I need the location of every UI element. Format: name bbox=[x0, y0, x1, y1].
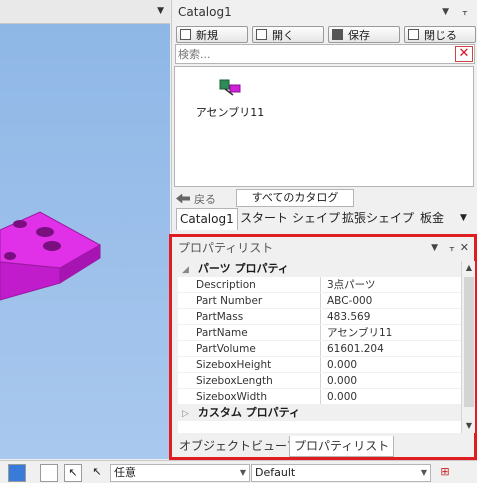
tab-object-viewer[interactable]: オブジェクトビューア bbox=[179, 436, 299, 457]
chevron-down-icon: ▼ bbox=[420, 468, 427, 477]
catalog-title-bar: Catalog1 ▼ ᚁ bbox=[172, 0, 477, 24]
back-arrow-icon bbox=[176, 193, 190, 204]
property-list-panel: プロパティリスト ▼ ᚁ ✕ ◢ パーツ プロパティ Description 3点… bbox=[169, 234, 477, 460]
select-pointer-icon[interactable]: ↖ bbox=[88, 464, 106, 482]
close-doc-button[interactable]: 閉じる bbox=[404, 26, 476, 43]
component-icon[interactable] bbox=[40, 464, 58, 482]
save-icon bbox=[332, 29, 343, 40]
pointer-icon[interactable]: ↖ bbox=[64, 464, 82, 482]
save-button[interactable]: 保存 bbox=[328, 26, 400, 43]
table-row[interactable]: SizeboxLength 0.000 bbox=[178, 373, 461, 389]
tabs-overflow-icon[interactable]: ▼ bbox=[460, 208, 467, 230]
scroll-up-icon[interactable]: ▲ bbox=[462, 261, 476, 275]
open-button[interactable]: 開く bbox=[252, 26, 324, 43]
property-tabs: オブジェクトビューア プロパティリスト bbox=[175, 436, 475, 458]
search-input[interactable] bbox=[176, 45, 446, 63]
catalog-item-label: アセンブリ11 bbox=[195, 106, 265, 119]
property-grid: ◢ パーツ プロパティ Description 3点パーツ Part Number… bbox=[178, 261, 461, 433]
pin-icon[interactable]: ᚁ bbox=[463, 0, 467, 24]
filter-select[interactable]: 任意 ▼ bbox=[110, 464, 250, 482]
table-row[interactable]: Part Number ABC-000 bbox=[178, 293, 461, 309]
chevron-down-icon[interactable]: ▼ bbox=[442, 0, 449, 24]
tab-extended-shape[interactable]: 拡張シェイプ bbox=[342, 208, 414, 230]
tab-sheet-metal[interactable]: 板金 bbox=[420, 208, 444, 230]
table-row[interactable]: PartMass 483.569 bbox=[178, 309, 461, 325]
collapse-triangle-icon[interactable]: ▷ bbox=[182, 406, 194, 422]
scroll-thumb[interactable] bbox=[464, 277, 474, 407]
catalog-tabs: Catalog1 スタート シェイプ 拡張シェイプ 板金 ▼ bbox=[174, 208, 477, 230]
new-icon bbox=[180, 29, 191, 40]
expand-triangle-icon[interactable]: ◢ bbox=[182, 262, 194, 278]
close-doc-icon bbox=[408, 29, 419, 40]
property-title: プロパティリスト bbox=[178, 241, 274, 255]
group-part-properties[interactable]: ◢ パーツ プロパティ bbox=[178, 261, 461, 277]
catalog-nav: 戻る すべてのカタログ bbox=[174, 189, 474, 208]
table-row[interactable]: PartName アセンブリ11 bbox=[178, 325, 461, 341]
clear-search-icon[interactable]: ✕ bbox=[455, 46, 473, 62]
chevron-down-icon: ▼ bbox=[239, 468, 246, 477]
catalog-item[interactable]: アセンブリ11 bbox=[195, 77, 265, 120]
property-title-bar: プロパティリスト ▼ ᚁ ✕ bbox=[172, 237, 474, 259]
new-button[interactable]: 新規 bbox=[176, 26, 248, 43]
open-icon bbox=[256, 29, 267, 40]
property-scrollbar[interactable]: ▲ ▼ bbox=[461, 261, 475, 433]
magenta-part[interactable] bbox=[0, 0, 170, 459]
tab-shape[interactable]: シェイプ bbox=[292, 208, 340, 230]
tab-start[interactable]: スタート bbox=[240, 208, 288, 230]
chevron-down-icon[interactable]: ▼ bbox=[431, 237, 438, 259]
bottom-toolbar: ↖ ↖ 任意 ▼ Default ▼ ⊞ bbox=[0, 460, 477, 483]
tab-property-list[interactable]: プロパティリスト bbox=[289, 436, 395, 457]
catalog-item-list: アセンブリ11 bbox=[174, 66, 474, 187]
pin-icon[interactable]: ᚁ bbox=[450, 237, 454, 259]
style-select[interactable]: Default ▼ bbox=[251, 464, 431, 482]
back-button[interactable]: 戻る bbox=[176, 190, 216, 207]
hierarchy-icon[interactable]: ⊞ bbox=[436, 464, 454, 482]
tab-catalog1[interactable]: Catalog1 bbox=[176, 208, 238, 230]
all-catalogs-button[interactable]: すべてのカタログ bbox=[236, 189, 354, 207]
scroll-down-icon[interactable]: ▼ bbox=[462, 419, 476, 433]
3d-viewport[interactable]: ▼ bbox=[0, 0, 170, 459]
group-custom-properties[interactable]: ▷ カスタム プロパティ bbox=[178, 405, 461, 421]
table-row[interactable]: Description 3点パーツ bbox=[178, 277, 461, 293]
catalog-title: Catalog1 bbox=[178, 5, 232, 19]
catalog-search[interactable]: ✕ bbox=[175, 44, 475, 64]
table-row[interactable]: PartVolume 61601.204 bbox=[178, 341, 461, 357]
table-row[interactable]: SizeboxHeight 0.000 bbox=[178, 357, 461, 373]
cube-view-icon[interactable] bbox=[8, 464, 26, 482]
table-row[interactable]: SizeboxWidth 0.000 bbox=[178, 389, 461, 405]
assembly-icon bbox=[219, 79, 241, 96]
close-icon[interactable]: ✕ bbox=[460, 237, 469, 259]
catalog-toolbar: 新規 開く 保存 閉じる bbox=[174, 24, 476, 44]
